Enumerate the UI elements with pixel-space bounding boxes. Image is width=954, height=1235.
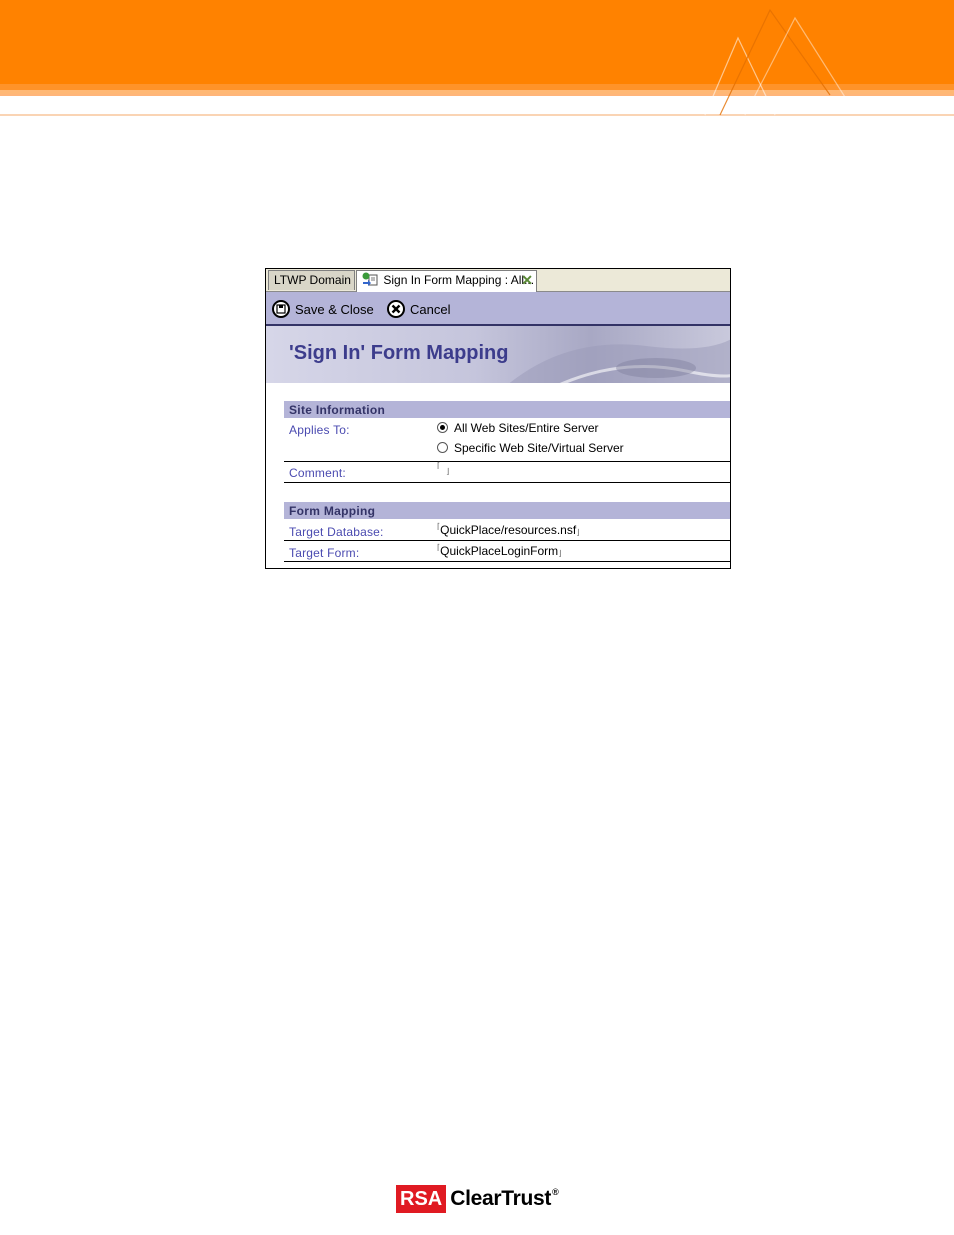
cancel-icon [387,300,405,318]
target-database-value: QuickPlace/resources.nsf [440,523,577,537]
cancel-label: Cancel [410,301,451,317]
radio-all-web-sites[interactable]: All Web Sites/Entire Server [437,421,599,435]
tab-label: Sign In Form Mapping : All... [383,273,535,287]
save-close-button[interactable]: Save & Close [272,298,374,320]
action-toolbar: Save & Close Cancel [266,292,730,326]
row-divider [284,482,730,483]
row-divider [284,540,730,541]
section-form-mapping: Form Mapping [284,502,730,519]
section-site-information: Site Information [284,401,730,418]
tab-ltwp-domain[interactable]: LTWP Domain [268,270,355,290]
target-form-field[interactable]: ⌈QuickPlaceLoginForm⌋ [437,544,561,559]
close-icon[interactable]: ✕ [521,271,533,290]
page-title: 'Sign In' Form Mapping [289,342,509,364]
radio-label: Specific Web Site/Virtual Server [454,441,624,455]
app-window: LTWP Domain Sign In Form Mapping : All..… [265,268,731,569]
disk-icon [272,300,290,318]
header-graphic [509,339,730,383]
target-database-label: Target Database: [289,525,384,539]
tab-label: LTWP Domain [274,273,351,287]
rsa-logo-mark: RSA [396,1185,447,1213]
row-divider [284,461,730,462]
target-database-field[interactable]: ⌈QuickPlace/resources.nsf⌋ [437,523,579,538]
cancel-button[interactable]: Cancel [387,298,450,320]
row-divider [284,561,730,562]
comment-label: Comment: [289,466,346,480]
rsa-cleartrust-logo: RSA ClearTrust® [396,1184,559,1214]
form-mapping-icon [361,271,379,287]
comment-field[interactable]: ⌈⌋ [437,462,449,476]
applies-to-label: Applies To: [289,423,350,437]
save-close-label: Save & Close [295,301,374,317]
target-form-value: QuickPlaceLoginForm [440,544,559,558]
target-form-label: Target Form: [289,546,360,560]
tab-sign-in-form-mapping[interactable]: Sign In Form Mapping : All... ✕ [356,270,537,292]
radio-specific-web-site[interactable]: Specific Web Site/Virtual Server [437,441,624,455]
radio-selected-icon[interactable] [437,422,448,433]
page-header: 'Sign In' Form Mapping [266,326,730,383]
radio-unselected-icon[interactable] [437,442,448,453]
radio-label: All Web Sites/Entire Server [454,421,599,435]
tab-bar: LTWP Domain Sign In Form Mapping : All..… [266,269,730,292]
cleartrust-wordmark: ClearTrust® [450,1187,559,1210]
header-banner [0,0,954,118]
